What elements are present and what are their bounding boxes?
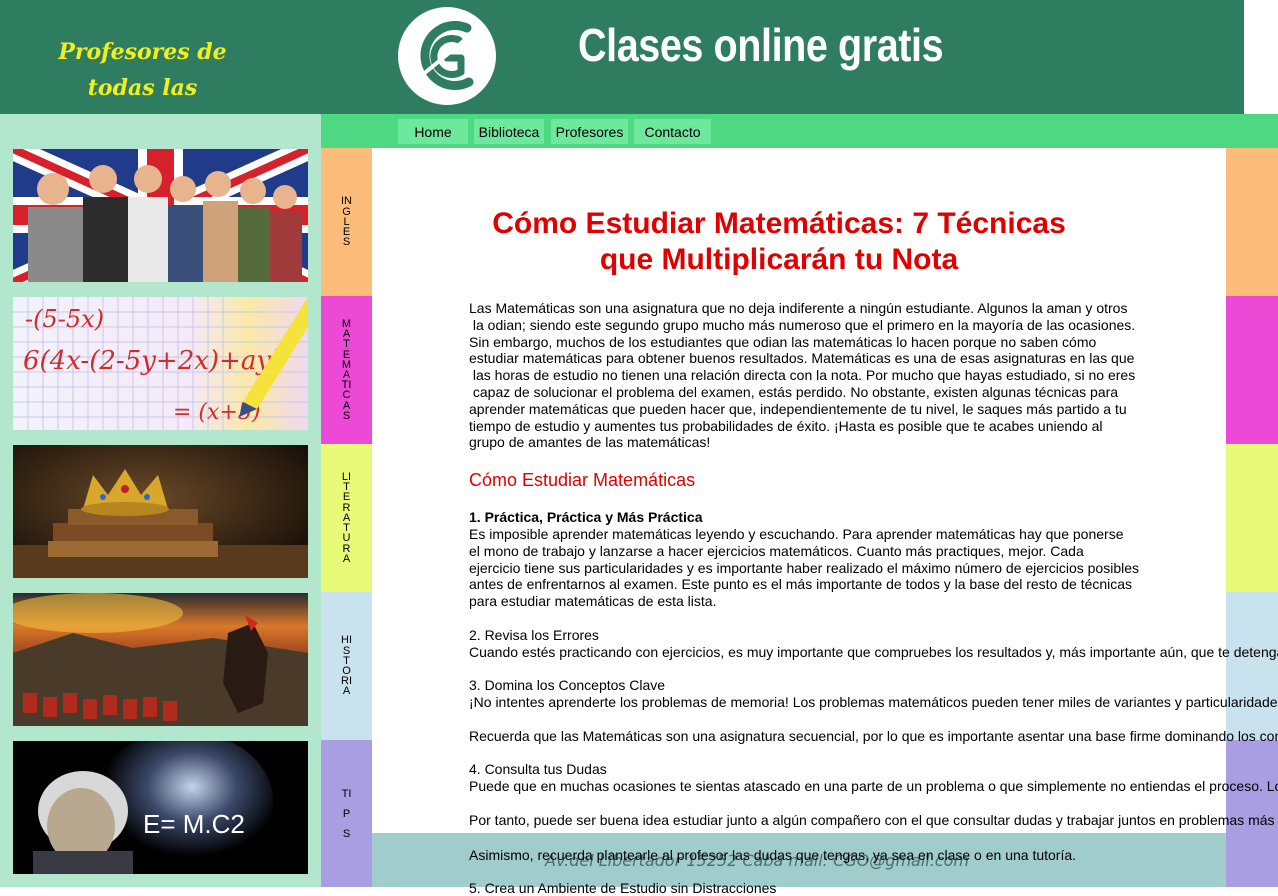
tip-2-title: 2. Revisa los Errores: [469, 626, 599, 643]
article-body: Las Matemáticas son una asignatura que n…: [469, 300, 1278, 833]
tagline-line-1: Profesores de: [58, 39, 227, 65]
tip-4-title: 4. Consulta tus Dudas: [469, 761, 607, 778]
subject-historia[interactable]: HISTORIA: [321, 592, 372, 740]
article-title-line-1: Cómo Estudiar Matemáticas: 7 Técnicas: [492, 207, 1066, 240]
tip-2-text: Cuando estés practicando con ejercicios,…: [469, 643, 1278, 660]
roman-battle-photo[interactable]: [13, 593, 308, 726]
nav-home[interactable]: Home: [398, 119, 468, 144]
tip-1-line: ejercicio tiene sus particularidades y e…: [469, 559, 1139, 576]
right-strip-ingles: [1226, 148, 1278, 296]
subject-ingles-label: INGLES: [341, 195, 352, 249]
left-sidebar: -(5-5x) 6(4x-(2-5y+2x)+ay) = (x+5) E= M.…: [0, 114, 321, 887]
tip-3-text-2: Recuerda que las Matemáticas son una asi…: [469, 727, 1278, 744]
tip-3-text: ¡No intentes aprenderte los problemas de…: [469, 693, 1278, 710]
intro-line: aprender matemáticas que pueden hacer qu…: [469, 400, 1127, 417]
tip-4-text-3: Asimismo, recuerda plantearle al profeso…: [469, 847, 1077, 863]
tip-1-title: 1. Práctica, Práctica y Más Práctica: [469, 509, 703, 526]
site-header: Profesores de todas las materias! Clases…: [0, 0, 1244, 137]
subject-ingles[interactable]: INGLES: [321, 148, 372, 296]
einstein-photo[interactable]: E= M.C2: [13, 741, 308, 874]
cg-logo-icon[interactable]: [397, 6, 497, 106]
subject-historia-label: HISTORIA: [341, 634, 352, 698]
intro-line: Las Matemáticas son una asignatura que n…: [469, 300, 1128, 316]
subject-matematicas-label: MATEMATICAS: [341, 317, 352, 422]
intro-line: las horas de estudio no tienen una relac…: [469, 367, 1136, 384]
main-nav: Home Biblioteca Profesores Contacto: [321, 114, 1278, 148]
subject-literatura-label: LITERATURA: [341, 471, 352, 565]
svg-text:6(4x-(2-5y+2x)+ay): 6(4x-(2-5y+2x)+ay): [23, 346, 281, 376]
subject-tips[interactable]: TIPS: [321, 740, 372, 887]
article-title-line-2: que Multiplicarán tu Nota: [599, 243, 959, 276]
tip-1-line: Es imposible aprender matemáticas leyend…: [469, 525, 1124, 542]
intro-line: capaz de solucionar el problema del exam…: [469, 383, 1119, 400]
intro-line: estudiar matemáticas para obtener buenos…: [469, 350, 1135, 367]
intro-line: tiempo de estudio y aumentes tus probabi…: [469, 417, 1103, 434]
tip-5-title: 5. Crea un Ambiente de Estudio sin Distr…: [469, 880, 777, 896]
site-title: Clases online gratis: [578, 19, 944, 71]
subject-tips-label: TIPS: [341, 787, 352, 840]
crown-books-photo[interactable]: [13, 445, 308, 578]
tip-4-text: Puede que en muchas ocasiones te sientas…: [469, 777, 1278, 794]
intro-line: Sin embargo, muchos de los estudiantes q…: [469, 333, 1097, 350]
einstein-caption: E= M.C2: [143, 809, 245, 839]
section-heading: Cómo Estudiar Matemáticas: [469, 470, 696, 491]
students-uk-flag-photo[interactable]: [13, 149, 308, 282]
subject-literatura[interactable]: LITERATURA: [321, 444, 372, 592]
math-formula-photo[interactable]: -(5-5x) 6(4x-(2-5y+2x)+ay) = (x+5): [13, 297, 308, 430]
svg-text:-(5-5x): -(5-5x): [25, 305, 104, 333]
tip-3-title: 3. Domina los Conceptos Clave: [469, 677, 666, 694]
tip-4-text-2: Por tanto, puede ser buena idea estudiar…: [469, 811, 1275, 828]
intro-line: grupo de amantes de las matemáticas!: [469, 434, 711, 451]
tip-1-line: para estudiar matemáticas de esta lista.: [469, 593, 717, 610]
nav-contacto[interactable]: Contacto: [634, 119, 711, 144]
nav-biblioteca[interactable]: Biblioteca: [474, 119, 544, 144]
intro-line: la odian; siendo este segundo grupo much…: [469, 316, 1136, 333]
tip-1-line: antes de enfrentarnos al examen. Este pu…: [469, 576, 1133, 593]
nav-profesores[interactable]: Profesores: [551, 119, 628, 144]
subject-matematicas[interactable]: MATEMATICAS: [321, 296, 372, 444]
tip-1-line: el mono de trabajo y lanzarse a hacer ej…: [469, 542, 1084, 559]
article-title: Cómo Estudiar Matemáticas: 7 Técnicas qu…: [469, 206, 1089, 278]
